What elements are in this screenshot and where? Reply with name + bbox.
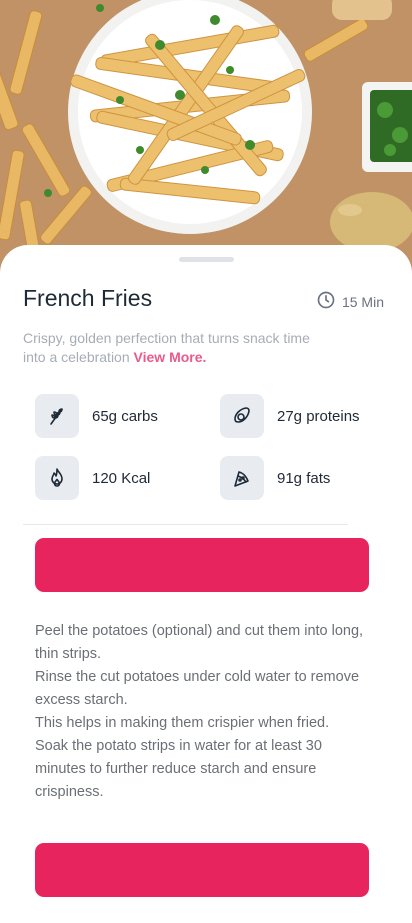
primary-action-button[interactable] bbox=[35, 538, 369, 592]
nutrition-proteins: 27g proteins bbox=[220, 394, 360, 438]
cook-time-label: 15 Min bbox=[341, 293, 384, 310]
instruction-step: Peel the potatoes (optional) and cut the… bbox=[35, 623, 364, 662]
cook-time: 15 Min bbox=[316, 290, 384, 313]
recipe-description: Crispy, golden perfection that turns sna… bbox=[23, 329, 323, 367]
secondary-action-button[interactable] bbox=[35, 843, 369, 897]
recipe-title: French Fries bbox=[23, 285, 153, 311]
clock-icon bbox=[316, 290, 336, 313]
nutrition-calories: 120 Kcal bbox=[35, 456, 150, 500]
avocado-icon bbox=[220, 394, 264, 438]
drag-handle[interactable] bbox=[179, 257, 234, 262]
nutrition-carbs: 65g carbs bbox=[35, 394, 158, 438]
section-divider bbox=[23, 524, 348, 525]
flame-icon bbox=[35, 456, 79, 500]
nutrition-carbs-label: 65g carbs bbox=[92, 407, 158, 425]
nutrition-proteins-label: 27g proteins bbox=[277, 407, 360, 425]
wheat-icon bbox=[35, 394, 79, 438]
instructions-text: Peel the potatoes (optional) and cut the… bbox=[35, 620, 375, 804]
nutrition-fats: 91g fats bbox=[220, 456, 330, 500]
instruction-step: Rinse the cut potatoes under cold water … bbox=[35, 669, 360, 708]
recipe-hero-image bbox=[0, 0, 412, 285]
nutrition-fats-label: 91g fats bbox=[277, 469, 331, 487]
instruction-step: Soak the potato strips in water for at l… bbox=[35, 738, 322, 800]
nutrition-calories-label: 120 Kcal bbox=[92, 469, 151, 487]
pizza-icon bbox=[220, 456, 264, 500]
view-more-link[interactable]: View More. bbox=[134, 349, 207, 365]
recipe-detail-sheet: French Fries 15 Min Crispy, golden perfe… bbox=[0, 245, 412, 923]
instruction-step: This helps in making them crispier when … bbox=[35, 715, 330, 731]
